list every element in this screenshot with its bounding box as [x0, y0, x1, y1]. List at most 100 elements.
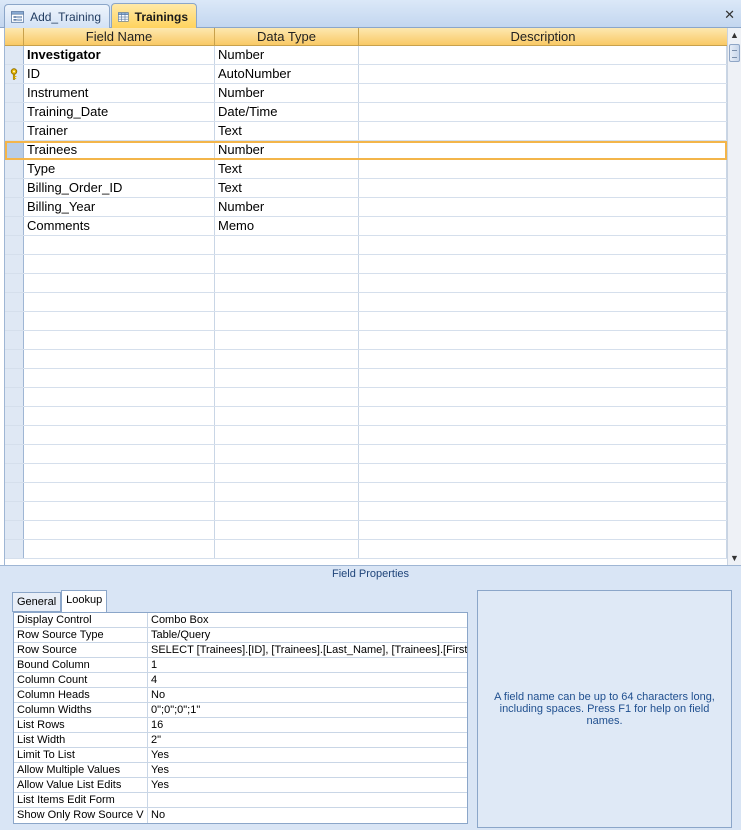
- description-cell[interactable]: [359, 293, 727, 311]
- table-row[interactable]: [5, 236, 727, 255]
- data-type-cell[interactable]: Text: [215, 160, 359, 178]
- row-selector[interactable]: [5, 236, 24, 254]
- description-cell[interactable]: [359, 464, 727, 482]
- property-row[interactable]: List Rows 16: [14, 718, 467, 733]
- property-row[interactable]: List Width 2": [14, 733, 467, 748]
- data-type-cell[interactable]: Number: [215, 84, 359, 102]
- property-value[interactable]: Yes: [148, 778, 467, 792]
- row-selector[interactable]: [5, 464, 24, 482]
- property-value[interactable]: No: [148, 688, 467, 702]
- description-cell[interactable]: [359, 369, 727, 387]
- close-icon[interactable]: ✕: [724, 7, 735, 23]
- description-cell[interactable]: [359, 483, 727, 501]
- field-name-cell[interactable]: [24, 236, 215, 254]
- row-selector[interactable]: [5, 160, 24, 178]
- description-cell[interactable]: [359, 46, 727, 64]
- description-cell[interactable]: [359, 65, 727, 83]
- data-type-cell[interactable]: [215, 521, 359, 539]
- property-value[interactable]: Yes: [148, 748, 467, 762]
- table-row[interactable]: [5, 483, 727, 502]
- field-name-cell[interactable]: [24, 350, 215, 368]
- description-cell[interactable]: [359, 502, 727, 520]
- property-row[interactable]: List Items Edit Form: [14, 793, 467, 808]
- row-selector[interactable]: [5, 255, 24, 273]
- row-selector[interactable]: [5, 179, 24, 197]
- field-name-cell[interactable]: [24, 407, 215, 425]
- row-selector[interactable]: [5, 369, 24, 387]
- field-name-cell[interactable]: ID: [24, 65, 215, 83]
- property-value[interactable]: [148, 793, 467, 807]
- field-name-cell[interactable]: [24, 464, 215, 482]
- row-selector[interactable]: [5, 388, 24, 406]
- description-cell[interactable]: [359, 274, 727, 292]
- field-name-cell[interactable]: [24, 293, 215, 311]
- field-name-cell[interactable]: [24, 331, 215, 349]
- data-type-cell[interactable]: Number: [215, 198, 359, 216]
- property-row[interactable]: Column Widths 0";0";0";1": [14, 703, 467, 718]
- description-cell[interactable]: [359, 407, 727, 425]
- data-type-cell[interactable]: Text: [215, 122, 359, 140]
- table-row[interactable]: Instrument Number: [5, 84, 727, 103]
- field-name-cell[interactable]: [24, 426, 215, 444]
- property-row[interactable]: Column Heads No: [14, 688, 467, 703]
- property-value[interactable]: 1: [148, 658, 467, 672]
- data-type-cell[interactable]: [215, 407, 359, 425]
- field-name-cell[interactable]: [24, 483, 215, 501]
- table-row[interactable]: [5, 464, 727, 483]
- data-type-cell[interactable]: [215, 483, 359, 501]
- property-value[interactable]: SELECT [Trainees].[ID], [Trainees].[Last…: [148, 643, 467, 657]
- description-cell[interactable]: [359, 84, 727, 102]
- row-selector[interactable]: [5, 141, 24, 159]
- description-cell[interactable]: [359, 540, 727, 558]
- data-type-cell[interactable]: AutoNumber: [215, 65, 359, 83]
- row-selector[interactable]: [5, 521, 24, 539]
- table-row[interactable]: [5, 521, 727, 540]
- field-name-cell[interactable]: [24, 540, 215, 558]
- table-row[interactable]: [5, 312, 727, 331]
- field-name-cell[interactable]: [24, 312, 215, 330]
- table-row[interactable]: Billing_Order_ID Text: [5, 179, 727, 198]
- tab-lookup[interactable]: Lookup: [61, 590, 108, 612]
- property-value[interactable]: 16: [148, 718, 467, 732]
- data-type-cell[interactable]: [215, 331, 359, 349]
- property-value[interactable]: Table/Query: [148, 628, 467, 642]
- row-selector[interactable]: [5, 540, 24, 558]
- description-cell[interactable]: [359, 426, 727, 444]
- data-type-cell[interactable]: [215, 445, 359, 463]
- property-row[interactable]: Show Only Row Source V No: [14, 808, 467, 823]
- row-selector[interactable]: [5, 350, 24, 368]
- field-name-cell[interactable]: [24, 274, 215, 292]
- row-selector[interactable]: [5, 84, 24, 102]
- property-row[interactable]: Row Source Type Table/Query: [14, 628, 467, 643]
- data-type-cell[interactable]: [215, 350, 359, 368]
- field-name-cell[interactable]: Trainer: [24, 122, 215, 140]
- row-selector[interactable]: [5, 426, 24, 444]
- data-type-cell[interactable]: Date/Time: [215, 103, 359, 121]
- field-name-cell[interactable]: Billing_Order_ID: [24, 179, 215, 197]
- property-value[interactable]: 2": [148, 733, 467, 747]
- table-row[interactable]: Type Text: [5, 160, 727, 179]
- table-row[interactable]: Investigator Number: [5, 46, 727, 65]
- table-row[interactable]: [5, 426, 727, 445]
- description-cell[interactable]: [359, 236, 727, 254]
- scroll-thumb[interactable]: [729, 44, 740, 62]
- table-row[interactable]: [5, 350, 727, 369]
- row-selector[interactable]: [5, 217, 24, 235]
- data-type-cell[interactable]: [215, 369, 359, 387]
- field-name-cell[interactable]: Type: [24, 160, 215, 178]
- description-cell[interactable]: [359, 255, 727, 273]
- row-selector[interactable]: [5, 122, 24, 140]
- property-row[interactable]: Allow Value List Edits Yes: [14, 778, 467, 793]
- data-type-cell[interactable]: [215, 255, 359, 273]
- data-type-cell[interactable]: [215, 464, 359, 482]
- field-name-cell[interactable]: Trainees: [24, 141, 215, 159]
- table-row[interactable]: [5, 445, 727, 464]
- row-selector[interactable]: [5, 103, 24, 121]
- field-name-cell[interactable]: [24, 502, 215, 520]
- description-cell[interactable]: [359, 160, 727, 178]
- field-name-cell[interactable]: [24, 521, 215, 539]
- property-value[interactable]: 4: [148, 673, 467, 687]
- row-selector[interactable]: [5, 65, 24, 83]
- data-type-cell[interactable]: [215, 502, 359, 520]
- description-cell[interactable]: [359, 179, 727, 197]
